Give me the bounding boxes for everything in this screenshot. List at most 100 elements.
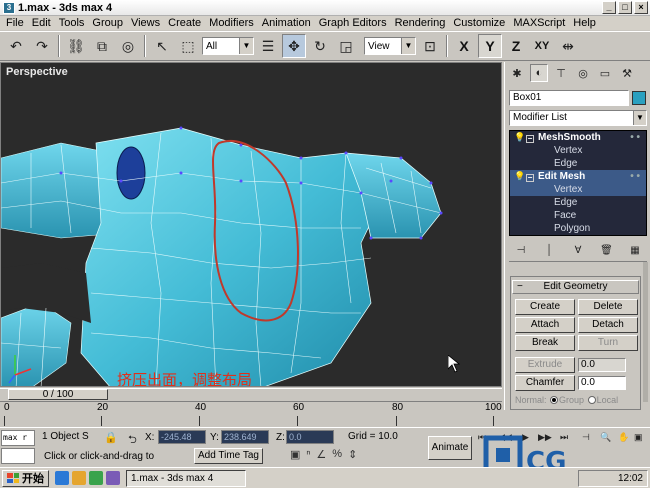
menu-create[interactable]: Create [164,16,205,30]
ref-coord-dropdown[interactable]: View ▼ [364,37,416,55]
stack-item-edge[interactable]: Edge [510,157,646,170]
chamfer-spinner[interactable]: 0.0 [578,376,626,390]
show-end-result-icon[interactable]: │ [542,243,558,259]
group-radio[interactable] [550,396,559,404]
minimize-button[interactable]: _ [602,1,616,14]
maxscript-listener-field[interactable]: max r [1,430,35,446]
remove-modifier-icon[interactable]: 🗑 [599,243,615,259]
animate-button[interactable]: Animate [428,436,472,460]
bind-space-warp-icon[interactable]: ◎ [116,34,140,58]
menu-graph-editors[interactable]: Graph Editors [315,16,391,30]
track-bar[interactable]: 0 20 40 60 80 100 [0,401,502,426]
motion-tab-icon[interactable]: ◎ [574,64,592,82]
select-object-icon[interactable]: ↖ [150,34,174,58]
internet-explorer-icon[interactable] [55,471,69,485]
menu-edit[interactable]: Edit [28,16,55,30]
detach-button[interactable]: Detach [578,317,638,333]
move-icon[interactable]: ✥ [282,34,306,58]
stack-item-face[interactable]: Face [510,209,646,222]
stack-item-edge[interactable]: Edge [510,196,646,209]
outlook-express-icon[interactable] [72,471,86,485]
make-unique-icon[interactable]: ∀ [570,243,586,259]
object-name-field[interactable]: Box01 [509,90,629,106]
extrude-button[interactable]: Extrude [515,357,575,373]
create-tab-icon[interactable]: ✱ [508,64,526,82]
zoom-icon[interactable]: 🔍 [600,432,611,443]
spinner-snap-icon[interactable]: ⇕ [348,448,357,461]
frame-indicator[interactable]: 0 / 100 [8,389,108,400]
maximize-button[interactable]: □ [618,1,632,14]
select-link-icon[interactable]: ⛓ [64,34,88,58]
menu-rendering[interactable]: Rendering [391,16,450,30]
axis-y-button[interactable]: Y [478,34,502,58]
utilities-tab-icon[interactable]: ⚒ [618,64,636,82]
configure-sets-icon[interactable]: ▦ [627,243,643,259]
taskbar-item-3ds-max[interactable]: 1.max - 3ds max 4 [126,469,246,487]
display-tab-icon[interactable]: ▭ [596,64,614,82]
transform-type-in-icon[interactable]: ⮌ [128,431,137,450]
perspective-viewport[interactable]: Perspective 挤压出面，调整布局 [0,62,502,387]
selection-filter-dropdown[interactable]: All ▼ [202,37,254,55]
angle-snap-icon[interactable]: ∠ [316,448,326,461]
extrude-spinner[interactable]: 0.0 [578,358,626,372]
pin-stack-icon[interactable]: ⊣ [513,243,529,259]
lightbulb-icon[interactable]: 💡 [514,131,525,144]
axis-x-button[interactable]: X [452,34,476,58]
x-coordinate-field[interactable]: -245.48 [158,430,206,444]
menu-tools[interactable]: Tools [55,16,89,30]
object-color-swatch[interactable] [632,91,646,105]
break-button[interactable]: Break [515,335,575,351]
menu-views[interactable]: Views [127,16,164,30]
lightbulb-icon[interactable]: 💡 [514,170,525,183]
add-time-tag-button[interactable]: Add Time Tag [194,448,263,464]
stack-item-vertex-selected[interactable]: Vertex [510,183,646,196]
maximize-viewport-icon[interactable]: ▣ [634,432,643,443]
unlink-icon[interactable]: ⧉ [90,34,114,58]
chamfer-button[interactable]: Chamfer [515,375,575,391]
pivot-center-icon[interactable]: ⊡ [418,34,442,58]
axis-xy-button[interactable]: XY [530,34,554,58]
y-coordinate-field[interactable]: 238.649 [221,430,269,444]
stack-item-meshsmooth[interactable]: 💡 − MeshSmooth • • [510,131,646,144]
show-desktop-icon[interactable] [89,471,103,485]
percent-snap-icon[interactable]: % [332,448,342,461]
create-button[interactable]: Create [515,299,575,315]
stack-item-polygon[interactable]: Polygon [510,222,646,235]
maxscript-output-field[interactable] [1,448,35,464]
media-player-icon[interactable] [106,471,120,485]
time-slider[interactable]: 0 / 100 [0,388,502,400]
rollout-header[interactable]: − Edit Geometry [512,280,639,294]
redo-icon[interactable]: ↷ [30,34,54,58]
menu-customize[interactable]: Customize [449,16,509,30]
hierarchy-tab-icon[interactable]: ⊤ [552,64,570,82]
close-button[interactable]: × [634,1,648,14]
menu-maxscript[interactable]: MAXScript [509,16,569,30]
region-select-icon[interactable]: ⬚ [176,34,200,58]
z-coordinate-field[interactable]: 0.0 [286,430,334,444]
menu-group[interactable]: Group [88,16,127,30]
collapse-box-icon[interactable]: − [526,174,534,182]
stack-item-vertex[interactable]: Vertex [510,144,646,157]
menu-animation[interactable]: Animation [258,16,315,30]
axis-z-button[interactable]: Z [504,34,528,58]
delete-button[interactable]: Delete [578,299,638,315]
scale-icon[interactable]: ◲ [334,34,358,58]
start-button[interactable]: 开始 [2,469,49,487]
attach-button[interactable]: Attach [515,317,575,333]
modify-tab-icon[interactable]: ◐ [530,64,548,82]
select-by-name-icon[interactable]: ☰ [256,34,280,58]
stack-item-edit-mesh[interactable]: 💡 − Edit Mesh • • [510,170,646,183]
menu-modifiers[interactable]: Modifiers [205,16,258,30]
menu-file[interactable]: File [2,16,28,30]
local-radio[interactable] [587,396,596,404]
pan-icon[interactable]: ✋ [618,432,629,443]
menu-help[interactable]: Help [569,16,600,30]
window-crossing-icon[interactable]: ▣ [290,448,300,461]
snap-toggle-icon[interactable]: ⁿ [306,448,310,461]
rotate-icon[interactable]: ↻ [308,34,332,58]
panel-scrollbar[interactable] [643,262,648,402]
turn-button[interactable]: Turn [578,335,638,351]
undo-icon[interactable]: ↶ [4,34,28,58]
lock-selection-icon[interactable]: 🔒 [104,431,118,444]
modifier-list-dropdown[interactable]: Modifier List ▼ [509,110,647,126]
